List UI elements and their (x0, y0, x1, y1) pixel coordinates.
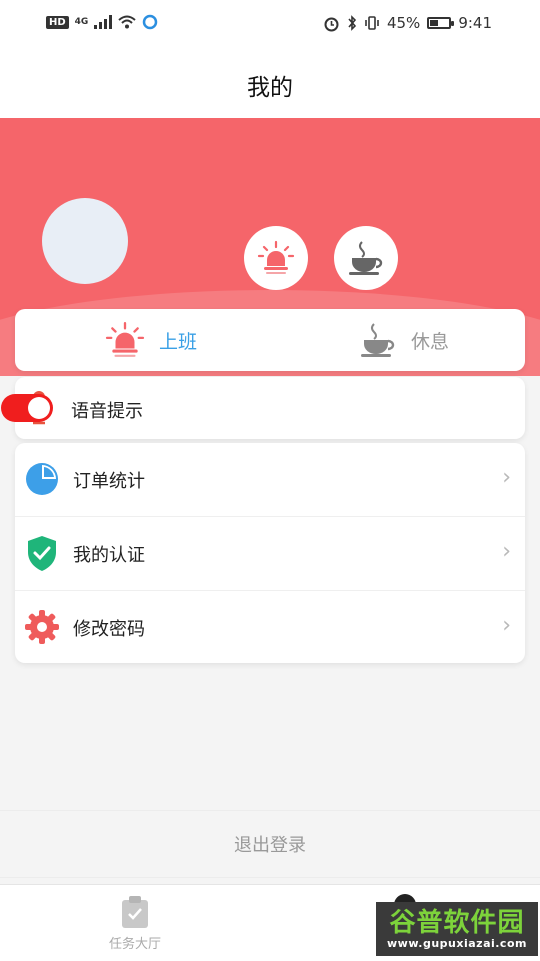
clipboard-check-icon (122, 896, 148, 928)
app-notification-icon (143, 14, 158, 30)
watermark-logo: 谷普软件园 www.gupuxiazai.com (376, 902, 538, 956)
status-bar: HD 4G 45% 9:41 (0, 0, 540, 52)
status-bar-left: HD 4G (46, 14, 158, 30)
voice-prompt-row: 语音提示 (1, 377, 525, 439)
menu-item-order-stats[interactable]: 订单统计 › (15, 443, 525, 516)
signal-icon (94, 15, 113, 29)
coffee-cup-icon (361, 323, 395, 357)
on-duty-label: 上班 (159, 330, 198, 353)
chevron-right-icon: › (502, 465, 511, 490)
rest-label: 休息 (411, 330, 450, 353)
status-bar-right: 45% 9:41 (323, 14, 492, 32)
hd-badge: HD (46, 15, 69, 29)
battery-icon (427, 17, 455, 29)
nav-task-hall-label: 任务大厅 (108, 937, 161, 952)
page-title: 我的 (247, 75, 293, 101)
bluetooth-icon (348, 15, 357, 31)
tab-rest[interactable]: 休息 (357, 309, 449, 371)
wifi-icon (118, 15, 136, 29)
clock: 9:41 (458, 14, 492, 32)
on-duty-button[interactable] (244, 226, 308, 290)
chevron-right-icon: › (502, 539, 511, 564)
alarm-icon (324, 17, 339, 31)
voice-prompt-label: 语音提示 (71, 401, 143, 422)
siren-icon (257, 240, 295, 274)
voice-prompt-switch[interactable] (1, 394, 53, 422)
work-status-toggle: 上班 休息 (15, 309, 525, 371)
switch-knob (28, 397, 50, 419)
pie-chart-icon (23, 460, 61, 498)
watermark-title: 谷普软件园 (389, 907, 525, 938)
rest-button[interactable] (334, 226, 398, 290)
menu-item-label: 我的认证 (73, 545, 145, 566)
menu-list: 订单统计 › 我的认证 › 修改密码 › (15, 443, 525, 663)
tab-on-duty[interactable]: 上班 (103, 309, 197, 371)
vibrate-icon (365, 16, 379, 30)
gear-icon (23, 608, 61, 646)
watermark-url: www.gupuxiazai.com (387, 936, 527, 950)
menu-item-label: 修改密码 (73, 619, 145, 640)
menu-item-change-password[interactable]: 修改密码 › (15, 591, 525, 664)
shield-check-icon (23, 534, 61, 572)
menu-item-label: 订单统计 (73, 471, 145, 492)
nav-task-hall[interactable]: 任务大厅 (100, 895, 170, 952)
logout-button[interactable]: 退出登录 (0, 810, 540, 878)
battery-percent: 45% (386, 14, 421, 32)
chevron-right-icon: › (502, 613, 511, 638)
coffee-cup-icon (349, 241, 383, 275)
avatar[interactable] (42, 198, 128, 284)
menu-item-certification[interactable]: 我的认证 › (15, 517, 525, 590)
network-type: 4G (74, 16, 89, 27)
siren-icon (105, 321, 145, 357)
top-header: 我的 (0, 52, 540, 118)
